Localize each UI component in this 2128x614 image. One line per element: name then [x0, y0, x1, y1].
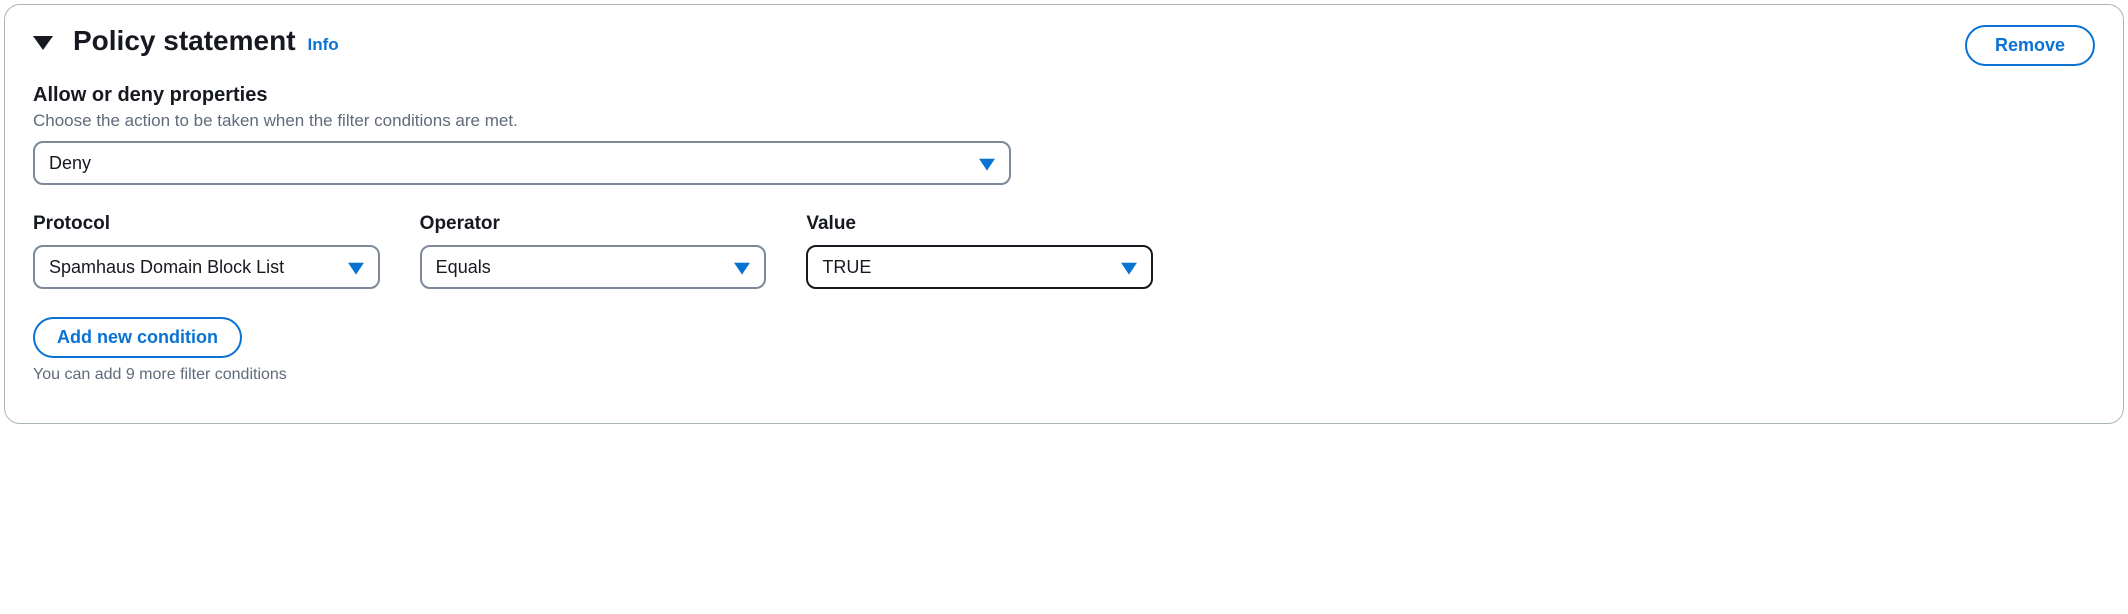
operator-label: Operator [420, 213, 767, 235]
condition-row: Protocol Spamhaus Domain Block List Oper… [33, 213, 1153, 289]
allow-deny-value: Deny [49, 153, 91, 174]
title-row: Policy statement Info [33, 25, 339, 57]
chevron-down-icon [979, 155, 995, 176]
protocol-value: Spamhaus Domain Block List [49, 257, 284, 278]
chevron-down-icon [348, 259, 364, 280]
panel-header: Policy statement Info Remove [33, 25, 2095, 66]
protocol-label: Protocol [33, 213, 380, 235]
chevron-down-icon [1121, 259, 1137, 280]
protocol-select[interactable]: Spamhaus Domain Block List [33, 245, 380, 289]
operator-select[interactable]: Equals [420, 245, 767, 289]
add-condition-hint: You can add 9 more filter conditions [33, 366, 2095, 384]
panel-title: Policy statement [73, 25, 296, 57]
remove-button[interactable]: Remove [1965, 25, 2095, 66]
caret-down-icon [33, 36, 53, 50]
protocol-column: Protocol Spamhaus Domain Block List [33, 213, 380, 289]
operator-column: Operator Equals [420, 213, 767, 289]
value-label: Value [806, 213, 1153, 235]
collapse-toggle[interactable] [33, 36, 53, 55]
chevron-down-icon [734, 259, 750, 280]
value-column: Value TRUE [806, 213, 1153, 289]
add-condition-button[interactable]: Add new condition [33, 317, 242, 358]
add-condition-section: Add new condition You can add 9 more fil… [33, 289, 2095, 384]
value-value: TRUE [822, 257, 871, 278]
operator-value: Equals [436, 257, 491, 278]
value-select[interactable]: TRUE [806, 245, 1153, 289]
allow-deny-label: Allow or deny properties [33, 84, 2095, 107]
allow-deny-description: Choose the action to be taken when the f… [33, 111, 2095, 131]
info-link[interactable]: Info [308, 35, 339, 55]
policy-statement-panel: Policy statement Info Remove Allow or de… [4, 4, 2124, 424]
allow-deny-section: Allow or deny properties Choose the acti… [33, 84, 2095, 185]
allow-deny-select[interactable]: Deny [33, 141, 1011, 185]
